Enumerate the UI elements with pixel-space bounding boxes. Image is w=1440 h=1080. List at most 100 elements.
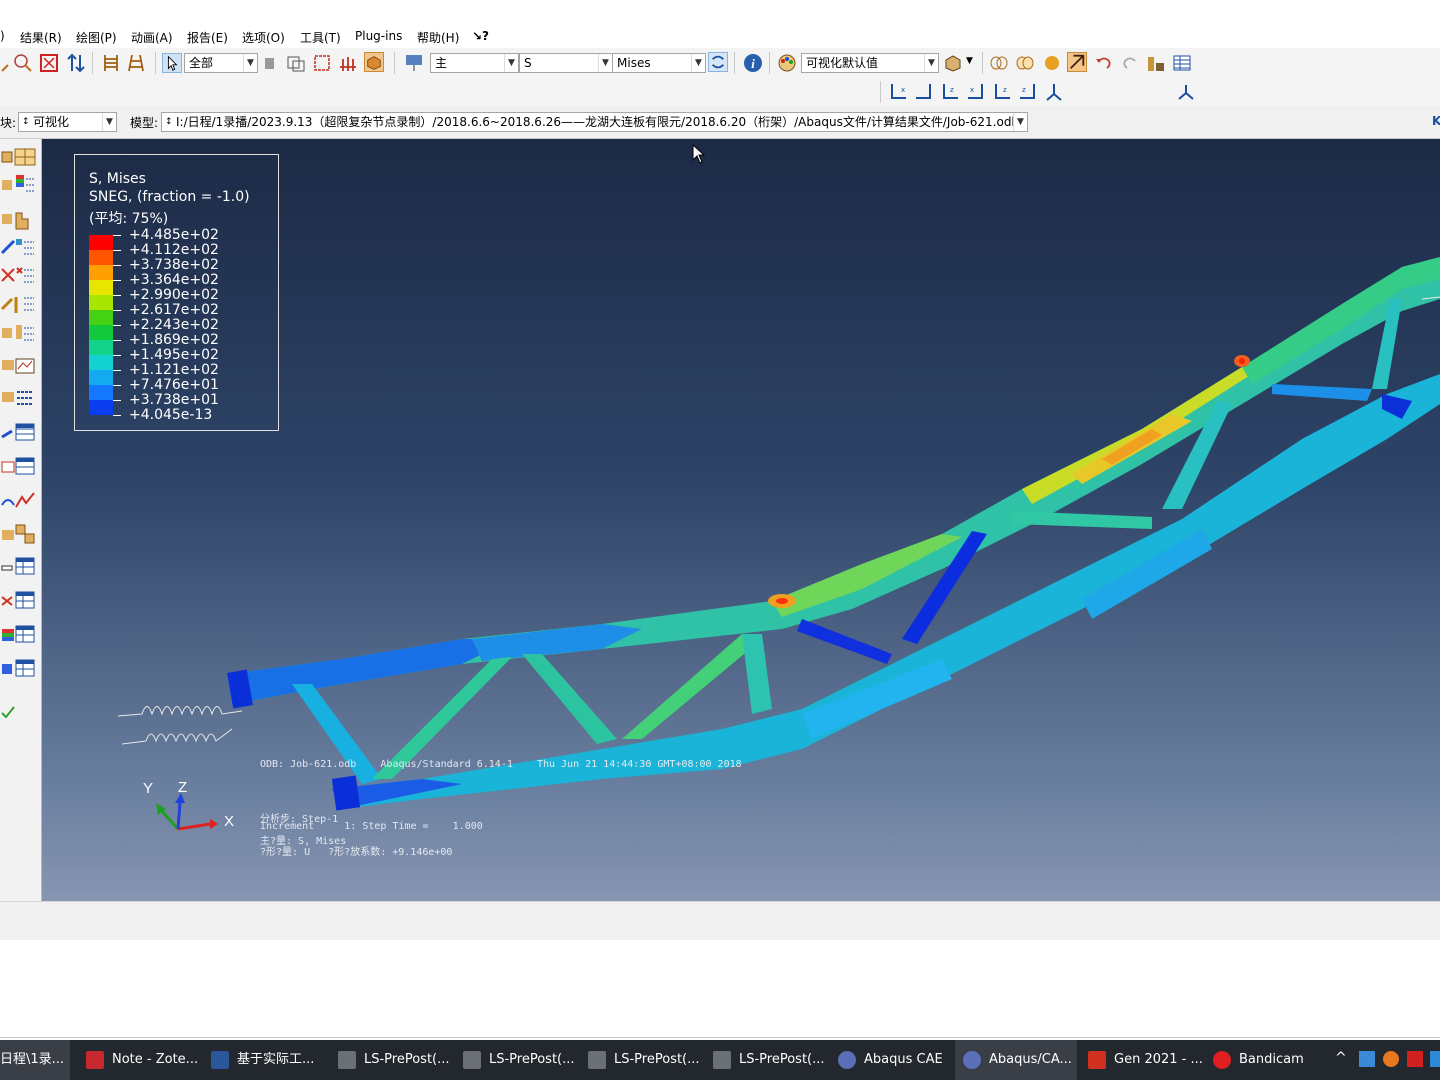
back-view-icon[interactable]: [914, 82, 934, 102]
display-group-manager-icon[interactable]: [14, 555, 36, 577]
tray-app-icon[interactable]: [1359, 1051, 1375, 1067]
pick-geometry-icon[interactable]: [260, 53, 280, 73]
render-style-icon[interactable]: [943, 53, 963, 73]
menu-item-animate[interactable]: 动画(A): [131, 29, 173, 46]
legend-level-label: +3.364e+02: [129, 272, 219, 288]
chevron-up-icon[interactable]: ^: [1335, 1050, 1347, 1066]
symbol-options-icon[interactable]: [14, 265, 36, 287]
legend-color-swatch: [89, 355, 113, 370]
legend-color-swatch: [89, 385, 113, 400]
view-cut-manager-icon[interactable]: [14, 623, 36, 645]
info-icon[interactable]: i: [743, 53, 763, 73]
pick-elements-icon[interactable]: [286, 53, 306, 73]
select-cursor-icon[interactable]: [162, 53, 182, 73]
render-icon[interactable]: [338, 53, 358, 73]
drag-shape-icon[interactable]: [312, 53, 332, 73]
graphics-viewport[interactable]: Y Z X S, Mises SNEG, (fraction = -1.0) (…: [42, 139, 1440, 901]
taskbar-item-abaqus-cae[interactable]: Abaqus CAE: [838, 1040, 948, 1080]
undo-view-icon[interactable]: [1094, 53, 1114, 73]
top-view-icon[interactable]: z: [940, 82, 960, 102]
table-icon[interactable]: [1172, 53, 1192, 73]
tray-matlab-icon[interactable]: [1407, 1051, 1423, 1067]
contour-legend[interactable]: S, Mises SNEG, (fraction = -1.0) (平均: 75…: [74, 154, 279, 431]
taskbar-item-abaqus-viewer[interactable]: Abaqus/CA...: [955, 1040, 1077, 1080]
field-output-position-select[interactable]: 主 ▼: [430, 53, 519, 73]
menu-item-tools[interactable]: 工具(T): [300, 29, 341, 46]
zoom-box-icon[interactable]: [12, 53, 32, 73]
windows-taskbar: 日程\1录... Note - Zote... 基于实际工... LS-PreP…: [0, 1040, 1440, 1080]
taskbar-item-word[interactable]: 基于实际工...: [211, 1040, 321, 1080]
svg-text:x: x: [970, 86, 974, 94]
context-bar: 块: ↕ 可视化 ▼ 模型: ↕ I:/日程/1录播/2023.9.13（超限复杂节点…: [0, 106, 1440, 139]
taskbar-item-lsprepost-4[interactable]: LS-PrePost(...: [713, 1040, 825, 1080]
taskbar-item-gen[interactable]: Gen 2021 - ...: [1088, 1040, 1203, 1080]
menu-item-plot[interactable]: 绘图(P): [76, 29, 117, 46]
animate-icon[interactable]: [14, 355, 36, 377]
wireframe-icon[interactable]: [989, 53, 1009, 73]
module-select[interactable]: ↕ 可视化 ▼: [18, 112, 117, 132]
legend-tick: [113, 325, 121, 326]
report-field-icon[interactable]: [14, 421, 36, 443]
whats-this-icon[interactable]: ↘?: [472, 29, 489, 43]
taskbar-item-bandicam[interactable]: Bandicam: [1213, 1040, 1313, 1080]
plot-deformed-icon[interactable]: [14, 147, 36, 167]
query-icon[interactable]: [101, 53, 121, 73]
bottom-view-icon[interactable]: x: [966, 82, 986, 102]
free-body-manager-icon[interactable]: [14, 657, 36, 679]
taskbar-item-zotero[interactable]: Note - Zote...: [86, 1040, 198, 1080]
hidden-line-icon[interactable]: [1015, 53, 1035, 73]
xy-data-manager-icon[interactable]: [14, 455, 36, 477]
tool-check-icon[interactable]: [0, 705, 18, 721]
create-display-group-icon[interactable]: [14, 523, 36, 545]
tray-extra-icon[interactable]: [1430, 1051, 1440, 1067]
menu-item-options[interactable]: 选项(O): [242, 29, 285, 46]
iso-view-icon[interactable]: [1044, 82, 1064, 102]
redo-view-icon[interactable]: [1120, 53, 1140, 73]
menu-item-help[interactable]: 帮助(H): [417, 29, 459, 46]
taskbar-item-lsprepost-1[interactable]: LS-PrePost(...: [338, 1040, 450, 1080]
animation-options-icon[interactable]: [14, 387, 36, 409]
field-output-icon[interactable]: [404, 53, 424, 73]
taskbar-item-lsprepost-3[interactable]: LS-PrePost(...: [588, 1040, 700, 1080]
left-view-icon[interactable]: z: [992, 82, 1012, 102]
front-view-icon[interactable]: x: [888, 82, 908, 102]
right-view-icon[interactable]: z: [1018, 82, 1038, 102]
menu-item-plugins[interactable]: Plug-ins: [355, 29, 402, 43]
legend-tick: [113, 400, 121, 401]
cycle-views-icon[interactable]: [66, 53, 86, 73]
selection-filter-select[interactable]: 全部 ▼: [184, 53, 258, 73]
menu-item-results[interactable]: 结果(R): [20, 29, 62, 46]
tray-sogou-icon[interactable]: [1383, 1051, 1399, 1067]
query-manager-icon[interactable]: [14, 589, 36, 611]
sync-icon[interactable]: [708, 52, 728, 72]
material-orientation-icon[interactable]: [14, 209, 36, 231]
contour-limits-icon[interactable]: [14, 237, 36, 259]
probe-icon[interactable]: [126, 53, 146, 73]
transparency-icon[interactable]: [364, 52, 384, 72]
svg-text:i: i: [751, 56, 755, 71]
view-manager-icon[interactable]: [1146, 53, 1166, 73]
shaded-icon[interactable]: [1042, 53, 1062, 73]
dropdown-arrow-icon[interactable]: ▼: [966, 56, 973, 66]
menu-item-partial[interactable]: ): [0, 29, 5, 43]
perspective-icon[interactable]: [1067, 52, 1087, 72]
common-options-icon[interactable]: [14, 323, 36, 345]
xy-plot-icon[interactable]: [14, 489, 36, 511]
taskbar-item-lsprepost-2[interactable]: LS-PrePost(...: [463, 1040, 575, 1080]
legend-color-swatch: [89, 370, 113, 385]
orientation-options-icon[interactable]: [14, 293, 36, 315]
color-palette-icon[interactable]: [777, 53, 797, 73]
auto-fit-icon[interactable]: [39, 53, 59, 73]
word-icon: [211, 1051, 229, 1069]
model-select[interactable]: ↕ I:/日程/1录播/2023.9.13（超限复杂节点录制）/2018.6.6~…: [161, 112, 1028, 132]
field-output-invariant-select[interactable]: Mises ▼: [612, 53, 706, 73]
taskbar-item-explorer[interactable]: 日程\1录...: [0, 1040, 70, 1080]
triad-view-icon[interactable]: [1176, 82, 1196, 102]
legend-color-swatch: [89, 295, 113, 310]
message-area[interactable]: [0, 940, 1440, 1038]
color-code-select[interactable]: 可视化默认值 ▼: [801, 53, 939, 73]
field-output-variable-select[interactable]: S ▼: [519, 53, 613, 73]
svg-text:x: x: [901, 86, 905, 94]
menu-item-report[interactable]: 报告(E): [187, 29, 228, 46]
contour-options-icon[interactable]: [14, 173, 36, 195]
